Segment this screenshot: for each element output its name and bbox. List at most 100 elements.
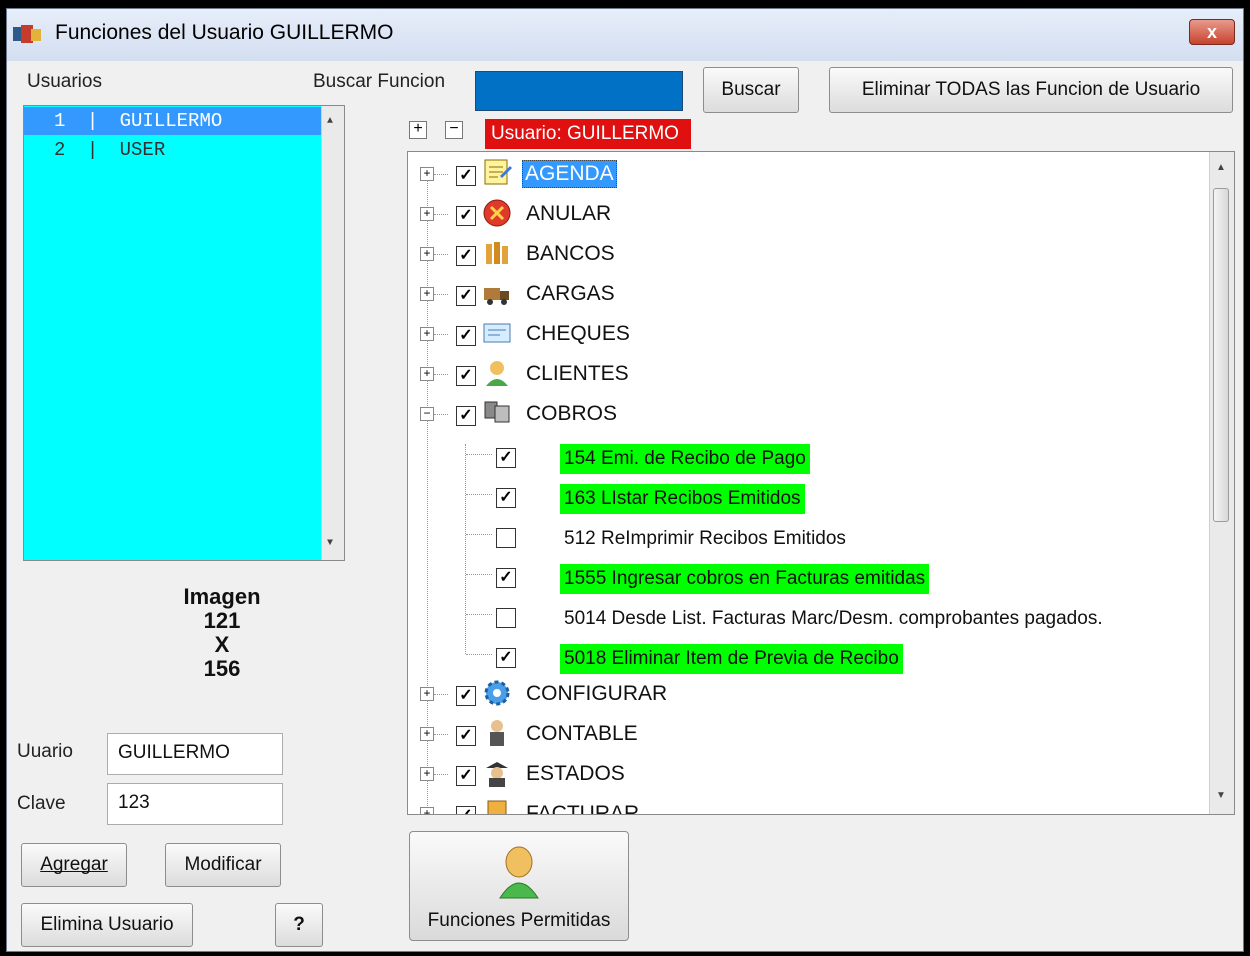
clients-icon [486, 361, 508, 386]
functions-tree[interactable]: + ✓ AGENDA + ✓ ANULAR + ✓ BANCOS + ✓ CAR… [407, 151, 1235, 815]
tree-node-child[interactable]: 5014 Desde List. Facturas Marc/Desm. com… [408, 594, 1208, 634]
checkbox[interactable] [496, 528, 516, 548]
checkbox[interactable]: ✓ [456, 246, 476, 266]
expand-icon[interactable]: + [420, 327, 434, 341]
expand-icon[interactable]: + [420, 287, 434, 301]
image-x: X [214, 632, 230, 657]
search-button[interactable]: Buscar [703, 67, 799, 113]
tree-node-child[interactable]: ✓ 5018 Eliminar Item de Previa de Recibo [408, 634, 1208, 674]
accountant-icon [490, 720, 504, 746]
expand-icon[interactable]: + [420, 247, 434, 261]
tree-node-contable[interactable]: + ✓ CONTABLE [408, 714, 1208, 754]
users-list[interactable]: 1 | GUILLERMO 2 | USER ▲ ▼ [23, 105, 345, 561]
permitted-functions-button[interactable]: Funciones Permitidas [409, 831, 629, 941]
permitted-functions-label: Funciones Permitidas [427, 910, 611, 931]
node-label: ANULAR [526, 202, 612, 225]
list-item[interactable]: 1 | GUILLERMO [24, 107, 344, 135]
image-size: Imagen 121 X 156 [157, 585, 287, 681]
expand-icon[interactable]: + [420, 767, 434, 781]
user-id: 1 [54, 110, 66, 132]
scroll-up-icon[interactable]: ▲ [1216, 162, 1226, 173]
scroll-up-icon[interactable]: ▲ [327, 116, 333, 127]
tree-node-child[interactable]: ✓ 1555 Ingresar cobros en Facturas emiti… [408, 554, 1208, 594]
search-input[interactable] [475, 71, 683, 111]
tree-node-cargas[interactable]: + ✓ CARGAS [408, 274, 1208, 314]
checkbox[interactable]: ✓ [456, 326, 476, 346]
collapse-icon[interactable]: − [420, 407, 434, 421]
tree-node-facturar[interactable]: + ✓ FACTURAR [408, 794, 1208, 814]
tree-node-child[interactable]: ✓ 163 LIstar Recibos Emitidos [408, 474, 1208, 514]
tree-node-bancos[interactable]: + ✓ BANCOS [408, 234, 1208, 274]
scroll-down-icon[interactable]: ▼ [327, 538, 333, 549]
node-label: COBROS [526, 402, 618, 425]
checkbox[interactable]: ✓ [456, 406, 476, 426]
checkbox[interactable]: ✓ [456, 766, 476, 786]
separator: | [86, 139, 99, 161]
tree-line [466, 614, 492, 615]
checkbox[interactable]: ✓ [456, 686, 476, 706]
tree-node-estados[interactable]: + ✓ ESTADOS [408, 754, 1208, 794]
tree-scrollbar[interactable]: ▲ ▼ [1209, 152, 1234, 814]
checkbox[interactable]: ✓ [496, 648, 516, 668]
clave-field[interactable]: 123 [107, 783, 283, 825]
node-label: CHEQUES [526, 322, 630, 345]
delete-all-functions-button[interactable]: Eliminar TODAS las Funcion de Usuario [829, 67, 1233, 113]
expand-icon[interactable]: + [420, 207, 434, 221]
node-label: AGENDA [522, 160, 617, 188]
clave-label: Clave [17, 793, 66, 814]
scroll-thumb[interactable] [1213, 188, 1229, 522]
checkbox[interactable]: ✓ [456, 806, 476, 814]
expand-icon[interactable]: + [420, 367, 434, 381]
tree-line [434, 294, 448, 295]
cheque-icon [483, 323, 511, 343]
tree-node-clientes[interactable]: + ✓ CLIENTES [408, 354, 1208, 394]
close-button[interactable]: x [1189, 19, 1235, 45]
function-label: 512 ReImprimir Recibos Emitidos [564, 528, 846, 549]
tree-line [466, 494, 492, 495]
functions-window: Funciones del Usuario GUILLERMO x Usuari… [6, 8, 1244, 952]
help-button[interactable]: ? [275, 903, 323, 947]
checkbox[interactable]: ✓ [456, 366, 476, 386]
checkbox[interactable]: ✓ [456, 286, 476, 306]
bank-icon [486, 242, 508, 264]
users-scrollbar[interactable]: ▲ ▼ [321, 106, 344, 560]
tree-node-cobros[interactable]: − ✓ COBROS [408, 394, 1208, 434]
usuario-label: Uuario [17, 741, 73, 762]
tree-node-agenda[interactable]: + ✓ AGENDA [408, 154, 1208, 194]
collapse-all-icon[interactable]: − [445, 121, 463, 139]
tree-line [466, 654, 492, 655]
checkbox[interactable]: ✓ [496, 448, 516, 468]
checkbox[interactable]: ✓ [456, 166, 476, 186]
tree-node-cheques[interactable]: + ✓ CHEQUES [408, 314, 1208, 354]
tree-node-configurar[interactable]: + ✓ CONFIGURAR [408, 674, 1208, 714]
usuario-field[interactable]: GUILLERMO [107, 733, 283, 775]
agenda-icon [484, 159, 512, 185]
invoice-icon [487, 800, 507, 814]
expand-icon[interactable]: + [420, 687, 434, 701]
modificar-button[interactable]: Modificar [165, 843, 281, 887]
agregar-button[interactable]: Agregar [21, 843, 127, 887]
tree-node-child[interactable]: ✓ 154 Emi. de Recibo de Pago [408, 434, 1208, 474]
tree-node-anular[interactable]: + ✓ ANULAR [408, 194, 1208, 234]
list-item[interactable]: 2 | USER [24, 136, 344, 164]
user-id: 2 [54, 139, 66, 161]
expand-icon[interactable]: + [420, 807, 434, 814]
checkbox[interactable] [496, 608, 516, 628]
checkbox[interactable]: ✓ [496, 568, 516, 588]
expand-icon[interactable]: + [420, 727, 434, 741]
function-label: 5018 Eliminar Item de Previa de Recibo [560, 644, 903, 674]
node-label: CONFIGURAR [526, 682, 668, 705]
expand-icon[interactable]: + [420, 167, 434, 181]
tree-line [466, 454, 492, 455]
checkbox[interactable]: ✓ [496, 488, 516, 508]
title-bar: Funciones del Usuario GUILLERMO x [7, 9, 1243, 61]
checkbox[interactable]: ✓ [456, 726, 476, 746]
scroll-down-icon[interactable]: ▼ [1216, 790, 1226, 801]
function-label: 163 LIstar Recibos Emitidos [560, 484, 805, 514]
tree-line [434, 374, 448, 375]
elimina-usuario-button[interactable]: Elimina Usuario [21, 903, 193, 947]
expand-all-icon[interactable]: + [409, 121, 427, 139]
tree-line [434, 414, 448, 415]
tree-node-child[interactable]: 512 ReImprimir Recibos Emitidos [408, 514, 1208, 554]
checkbox[interactable]: ✓ [456, 206, 476, 226]
